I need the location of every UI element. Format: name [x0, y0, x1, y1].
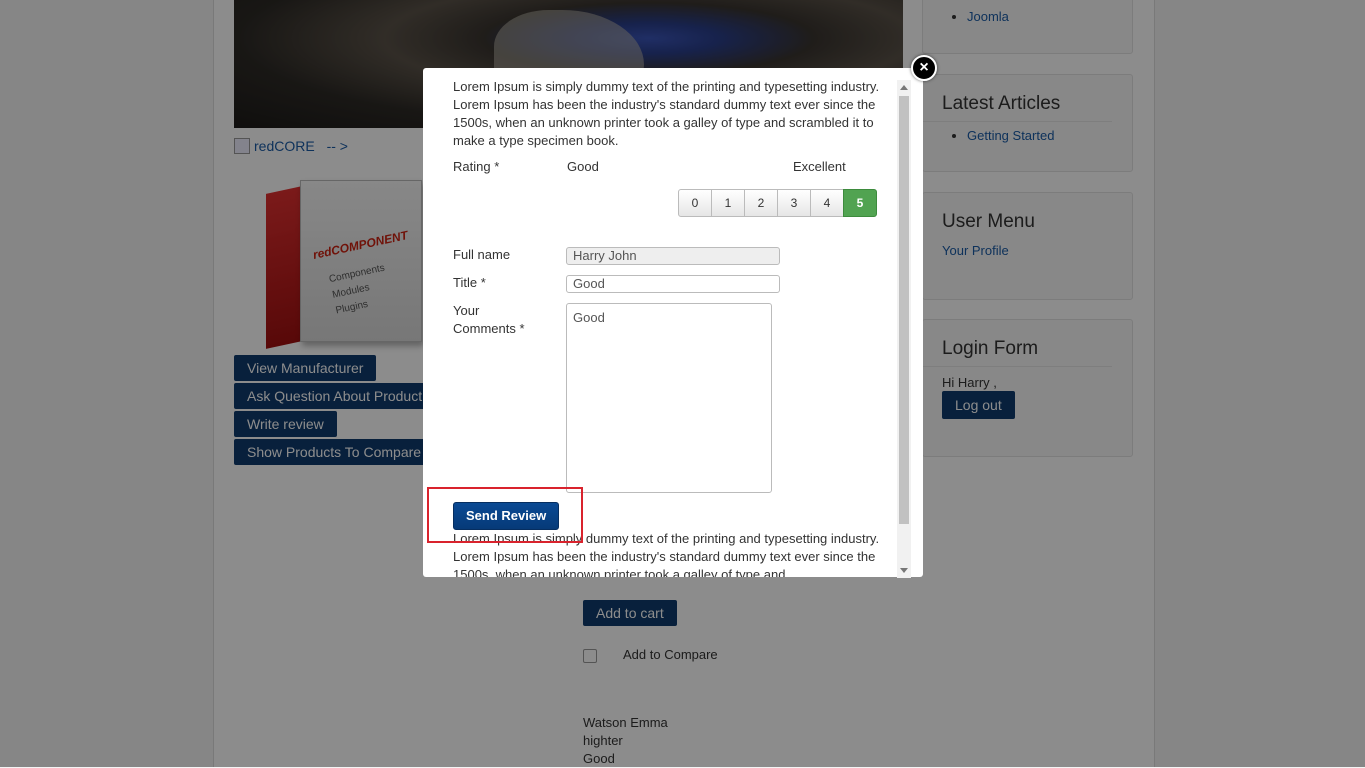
rating-option-0[interactable]: 0 — [678, 189, 712, 217]
rating-option-2[interactable]: 2 — [744, 189, 778, 217]
rating-option-5[interactable]: 5 — [843, 189, 877, 217]
comments-label: Your Comments * — [453, 303, 525, 336]
rating-low-label: Good — [567, 159, 599, 174]
rating-option-4[interactable]: 4 — [810, 189, 844, 217]
rating-label: Rating * — [453, 159, 500, 174]
close-icon[interactable]: × — [911, 55, 937, 81]
fullname-label: Full name — [453, 247, 511, 262]
modal-scrollbar[interactable] — [897, 80, 911, 578]
intro-text: Lorem Ipsum is simply dummy text of the … — [453, 79, 880, 148]
title-field[interactable]: Good — [566, 275, 780, 293]
rating-selector: 0 1 2 3 4 5 — [678, 189, 877, 217]
fullname-field[interactable]: Harry John — [566, 247, 780, 265]
scroll-down-icon[interactable] — [900, 568, 908, 573]
rating-option-1[interactable]: 1 — [711, 189, 745, 217]
scroll-thumb[interactable] — [899, 96, 909, 524]
rating-option-3[interactable]: 3 — [777, 189, 811, 217]
rating-high-label: Excellent — [793, 159, 846, 174]
title-label: Title * — [453, 275, 486, 290]
comments-field[interactable]: Good — [566, 303, 772, 493]
highlight-box — [427, 487, 583, 543]
scroll-up-icon[interactable] — [900, 85, 908, 90]
